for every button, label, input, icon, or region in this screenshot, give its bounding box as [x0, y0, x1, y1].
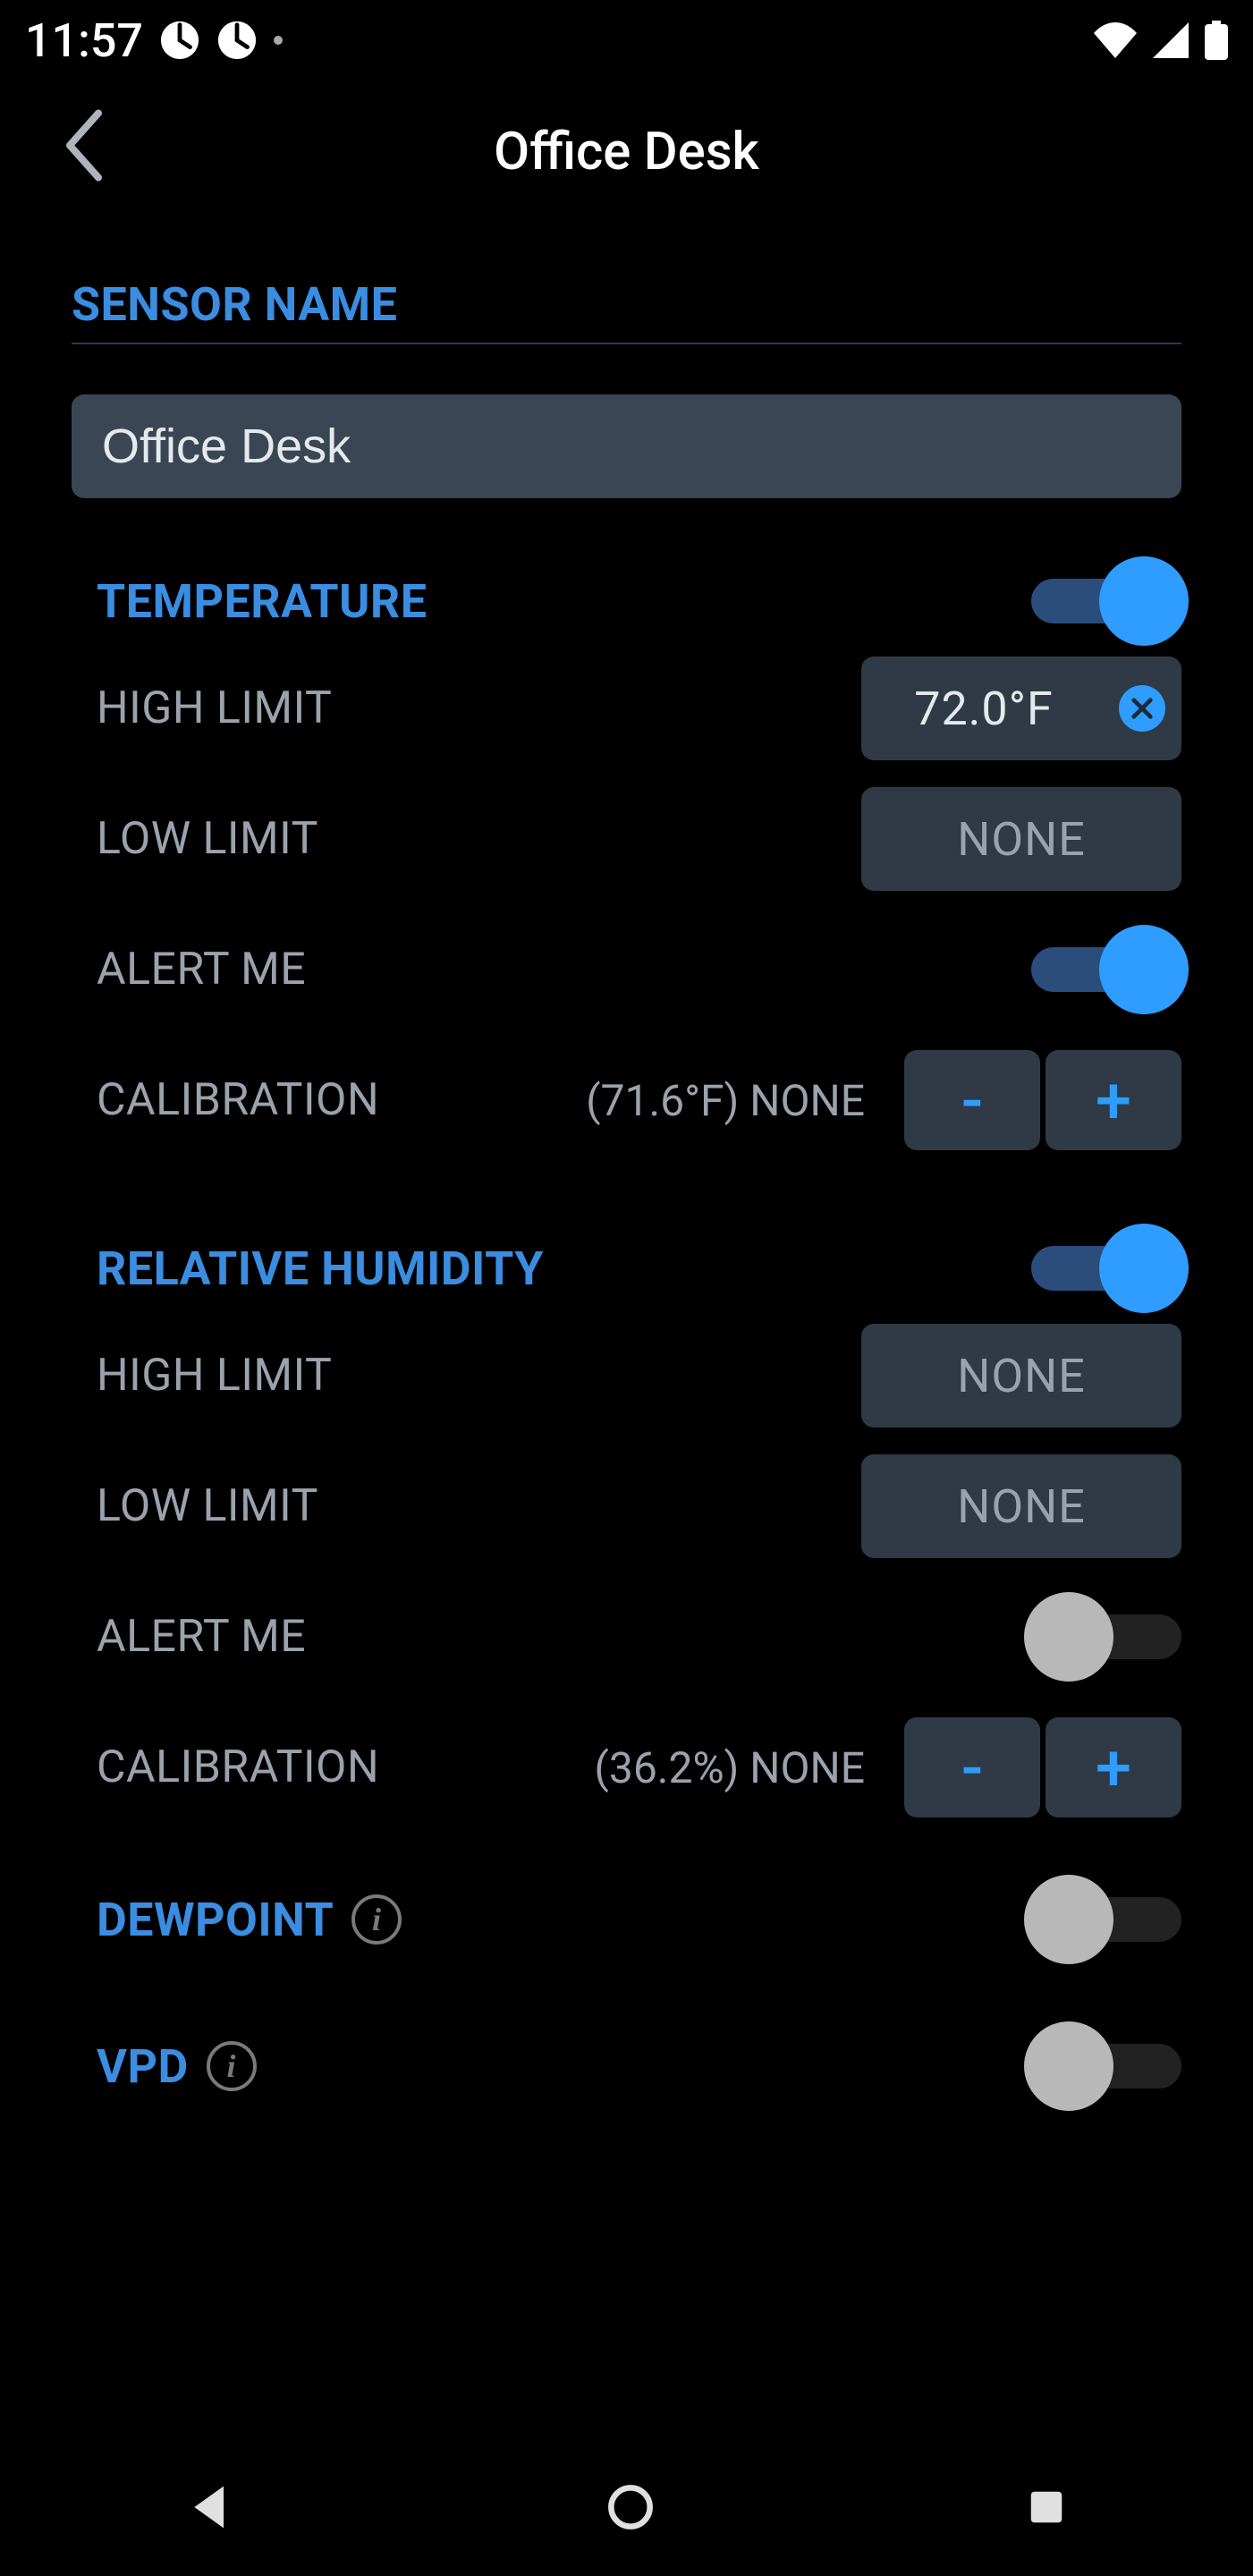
status-dot-icon	[274, 36, 283, 45]
value-text: NONE	[957, 1349, 1086, 1403]
info-icon[interactable]: i	[207, 2041, 257, 2091]
humidity-calibration-stepper: - +	[904, 1717, 1181, 1818]
status-time: 11:57	[25, 13, 143, 68]
calibration-reading: (36.2%) NONE	[594, 1742, 865, 1793]
temperature-section: TEMPERATURE	[72, 498, 1181, 643]
page-title: Office Desk	[494, 122, 759, 182]
app-header: Office Desk	[0, 80, 1253, 224]
dewpoint-section: DEWPOINT i	[72, 1833, 1181, 1963]
temperature-calibration-stepper: - +	[904, 1050, 1181, 1150]
android-nav-bar	[0, 2442, 1253, 2576]
humidity-low-limit-button[interactable]: NONE	[861, 1454, 1181, 1558]
status-app-icon-1	[159, 20, 200, 61]
humidity-high-limit-row: HIGH LIMIT NONE	[72, 1310, 1181, 1441]
temperature-calibration-row: CALIBRATION (71.6°F) NONE - +	[72, 1035, 1181, 1165]
temperature-low-limit-row: LOW LIMIT NONE	[72, 774, 1181, 904]
humidity-calibration-row: CALIBRATION (36.2%) NONE - +	[72, 1702, 1181, 1833]
row-label: LOW LIMIT	[97, 1480, 318, 1532]
row-label: ALERT ME	[97, 944, 306, 996]
chevron-left-icon	[63, 110, 106, 182]
minus-icon: -	[961, 1730, 983, 1806]
row-label: HIGH LIMIT	[97, 1350, 332, 1402]
humidity-high-limit-button[interactable]: NONE	[861, 1324, 1181, 1428]
sensor-name-input[interactable]	[72, 394, 1181, 498]
wifi-icon	[1094, 22, 1137, 58]
value-text: NONE	[957, 812, 1086, 867]
row-label: ALERT ME	[97, 1611, 306, 1663]
value-text: NONE	[957, 1479, 1086, 1534]
row-label: HIGH LIMIT	[97, 682, 332, 734]
humidity-low-limit-row: LOW LIMIT NONE	[72, 1441, 1181, 1572]
value-text: 72.0°F	[861, 682, 1106, 736]
humidity-title: RELATIVE HUMIDITY	[97, 1241, 544, 1296]
humidity-alert-row: ALERT ME	[72, 1572, 1181, 1702]
temperature-alert-toggle[interactable]	[1031, 938, 1181, 1001]
row-label: CALIBRATION	[97, 1074, 379, 1126]
vpd-section: VPD i	[72, 1963, 1181, 2108]
row-label: CALIBRATION	[97, 1741, 379, 1793]
vpd-toggle[interactable]	[1031, 2035, 1181, 2097]
status-app-icon-2	[216, 20, 258, 61]
temperature-title: TEMPERATURE	[97, 574, 427, 629]
plus-icon: +	[1096, 1063, 1131, 1139]
minus-icon: -	[961, 1063, 983, 1139]
temperature-high-limit-row: HIGH LIMIT 72.0°F	[72, 643, 1181, 774]
temperature-low-limit-button[interactable]: NONE	[861, 787, 1181, 891]
calibration-minus-button[interactable]: -	[904, 1050, 1040, 1150]
clear-high-limit-button[interactable]	[1119, 685, 1165, 732]
calibration-plus-button[interactable]: +	[1046, 1717, 1181, 1818]
dewpoint-title: DEWPOINT	[97, 1893, 334, 1947]
temperature-alert-row: ALERT ME	[72, 904, 1181, 1035]
cellular-icon	[1153, 22, 1189, 58]
plus-icon: +	[1096, 1730, 1131, 1806]
battery-icon	[1205, 21, 1228, 60]
row-label: LOW LIMIT	[97, 813, 318, 865]
humidity-alert-toggle[interactable]	[1031, 1606, 1181, 1668]
nav-back-button[interactable]	[186, 2482, 236, 2536]
temperature-high-limit-button[interactable]: 72.0°F	[861, 657, 1181, 760]
dewpoint-toggle[interactable]	[1031, 1888, 1181, 1951]
nav-home-button[interactable]	[607, 2484, 654, 2534]
content: SENSOR NAME TEMPERATURE HIGH LIMIT 72.0°…	[0, 224, 1253, 2162]
status-bar: 11:57	[0, 0, 1253, 80]
close-icon	[1130, 696, 1155, 721]
calibration-plus-button[interactable]: +	[1046, 1050, 1181, 1150]
info-icon[interactable]: i	[351, 1894, 402, 1945]
calibration-minus-button[interactable]: -	[904, 1717, 1040, 1818]
calibration-reading: (71.6°F) NONE	[586, 1075, 865, 1126]
nav-recents-button[interactable]	[1026, 2487, 1067, 2531]
sensor-name-label: SENSOR NAME	[72, 224, 1181, 344]
temperature-toggle[interactable]	[1031, 570, 1181, 632]
humidity-section: RELATIVE HUMIDITY	[72, 1165, 1181, 1310]
vpd-title: VPD	[97, 2039, 189, 2094]
back-button[interactable]	[45, 92, 123, 213]
humidity-toggle[interactable]	[1031, 1237, 1181, 1300]
